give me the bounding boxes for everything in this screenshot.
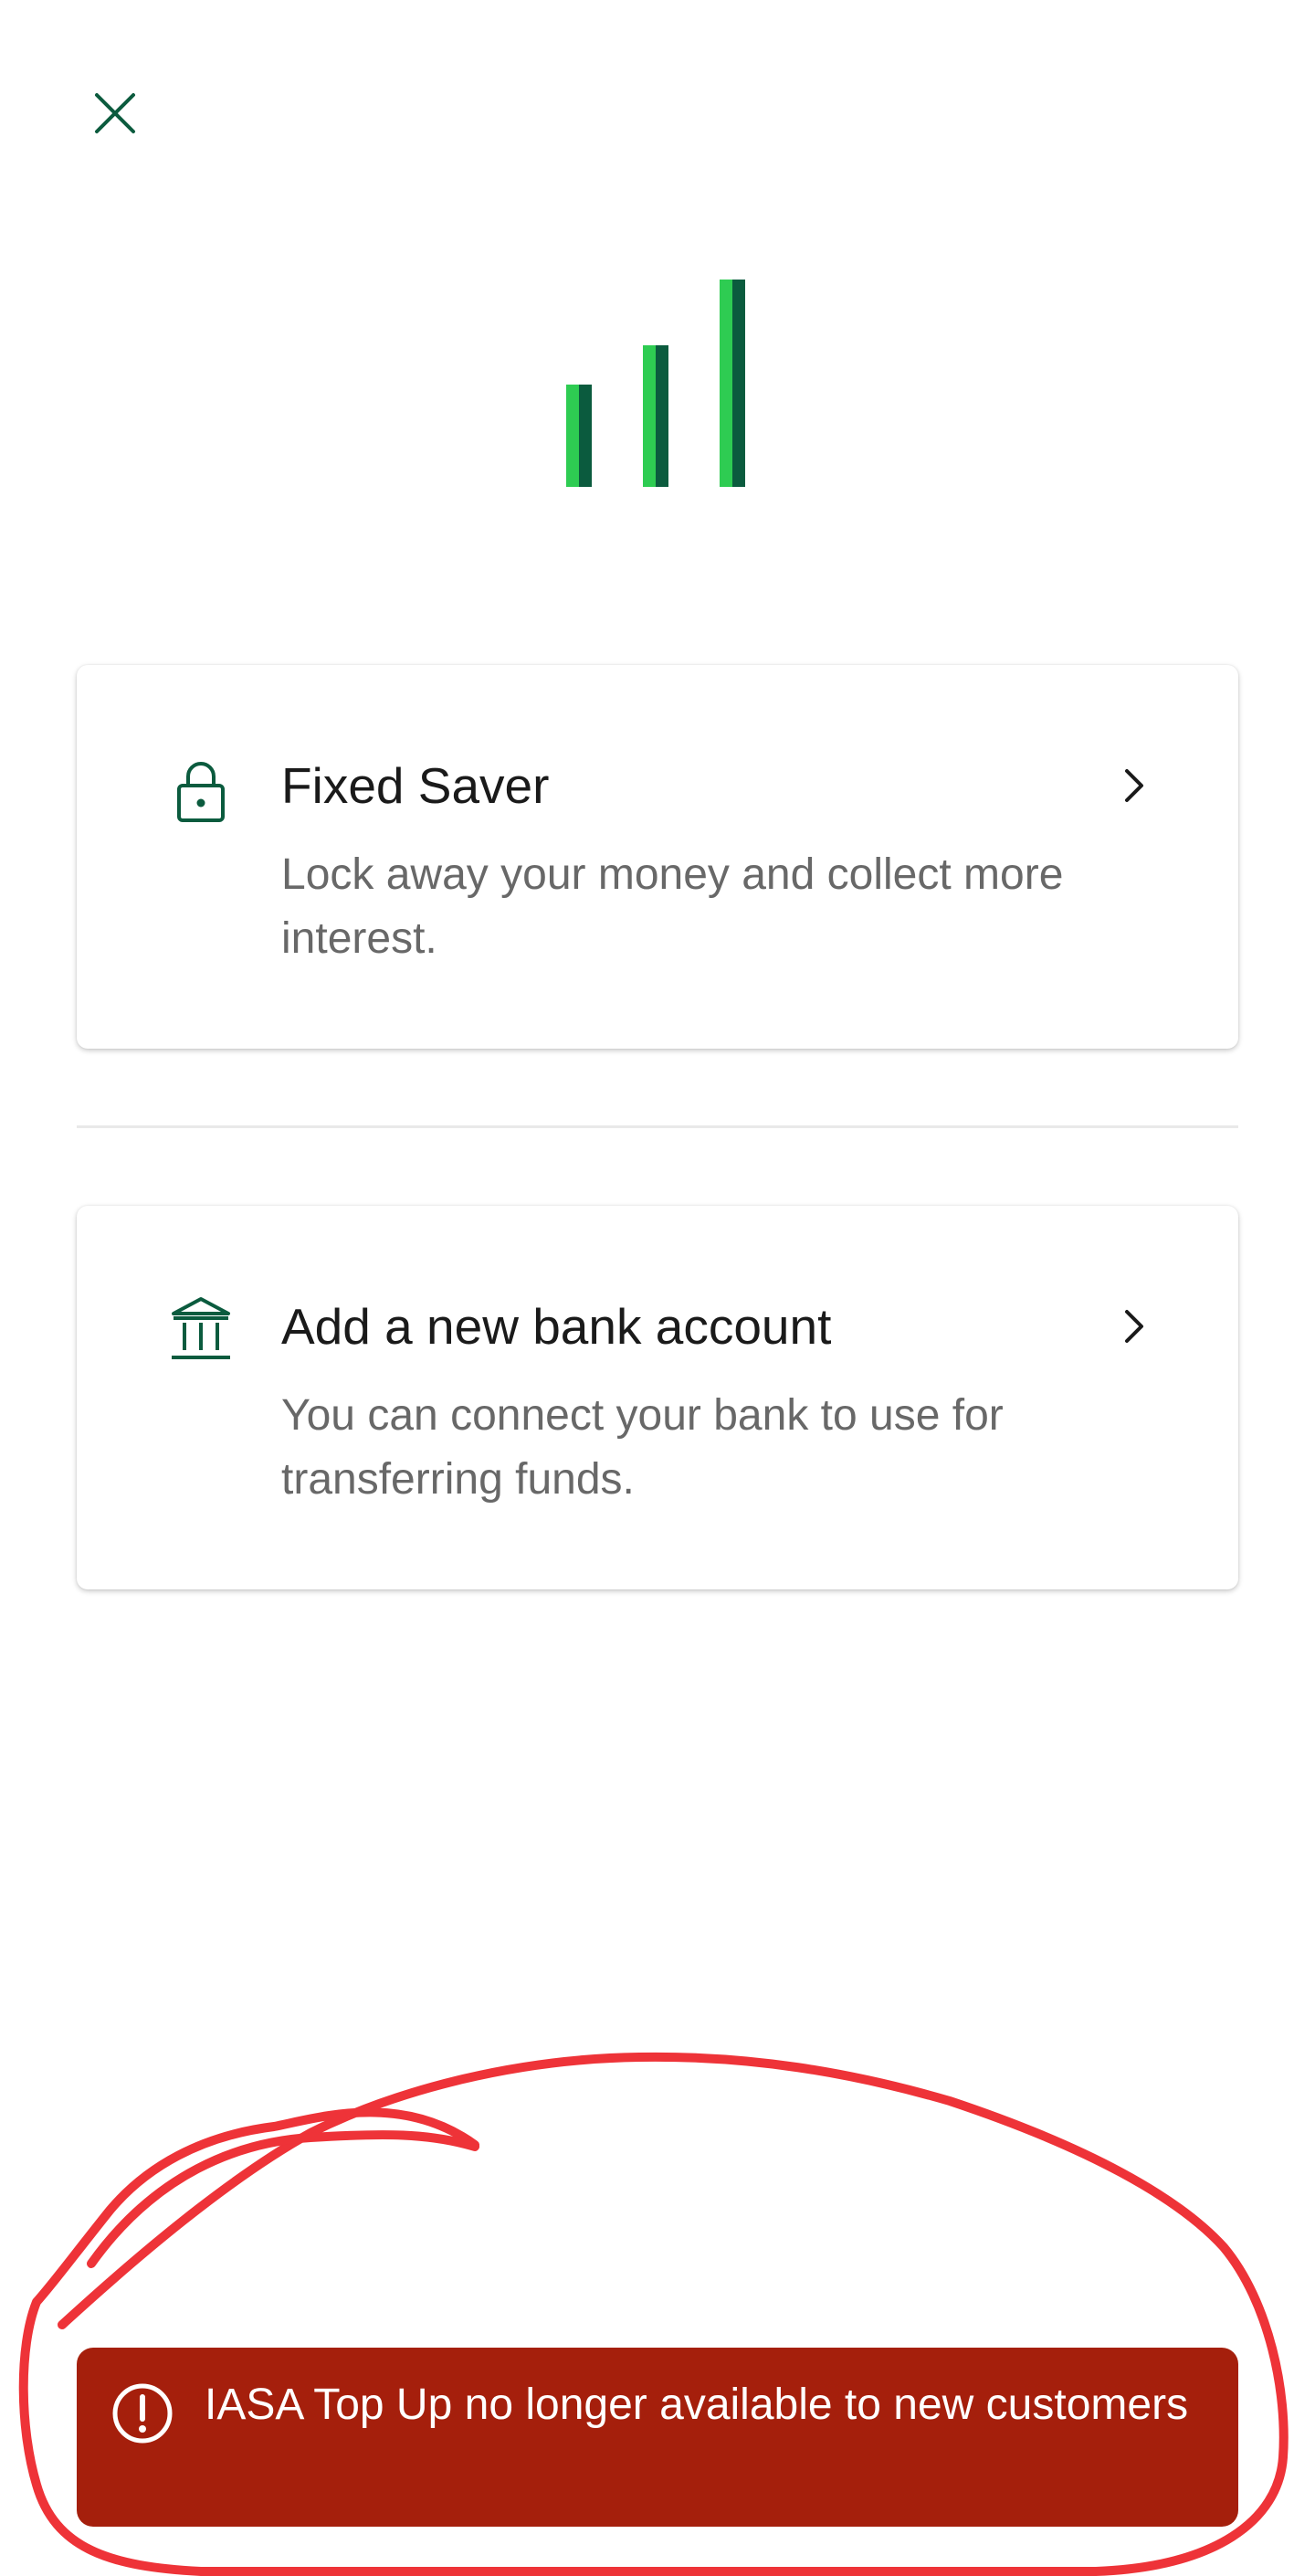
screen: Fixed Saver Lock away your money and col…: [0, 0, 1315, 2576]
fixed-saver-title: Fixed Saver: [281, 757, 550, 814]
chevron-right-icon: [1109, 1301, 1160, 1352]
chevron-right-icon: [1109, 760, 1160, 811]
add-bank-account-description: You can connect your bank to use for tra…: [281, 1391, 1004, 1504]
divider: [77, 1125, 1238, 1128]
close-icon: [95, 93, 135, 133]
bank-icon: [164, 1293, 237, 1367]
lock-icon: [164, 753, 237, 826]
add-bank-account-card[interactable]: Add a new bank account You can connect y…: [77, 1206, 1238, 1589]
add-bank-account-title: Add a new bank account: [281, 1298, 832, 1355]
fixed-saver-description: Lock away your money and collect more in…: [281, 850, 1064, 963]
snackbar-message: IASA Top Up no longer available to new c…: [205, 2381, 1189, 2429]
fixed-saver-card[interactable]: Fixed Saver Lock away your money and col…: [77, 665, 1238, 1049]
signal-bars-logo: [566, 280, 749, 490]
close-button[interactable]: [86, 84, 144, 143]
error-snackbar: IASA Top Up no longer available to new c…: [77, 2348, 1238, 2527]
alert-circle-icon: [110, 2381, 175, 2446]
